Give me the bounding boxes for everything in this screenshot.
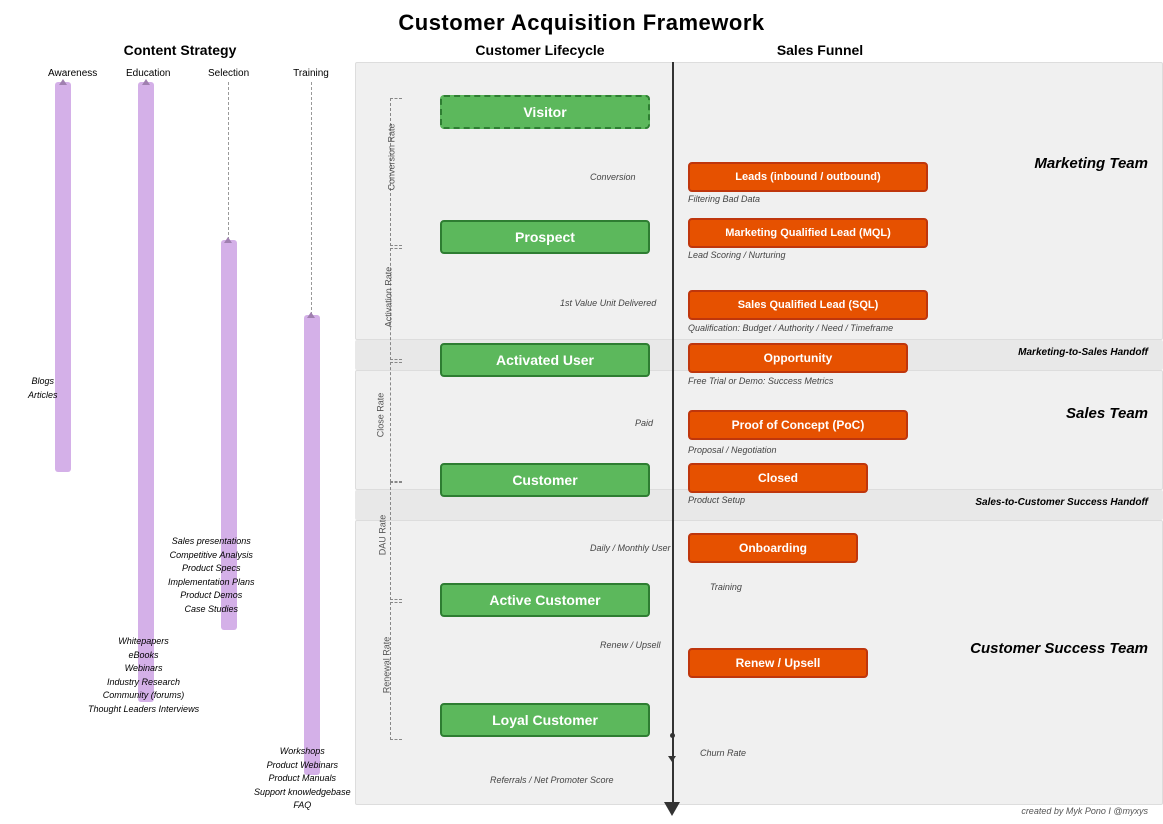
sf-opportunity: Opportunity [688,343,908,373]
activation-rate-label: Activation Rate [383,267,393,328]
training-arrow [307,312,315,318]
lifecycle-prospect: Prospect [440,220,650,254]
renewal-rate-bracket [390,602,402,740]
lifecycle-visitor: Visitor [440,95,650,129]
renewal-rate-label: Renewal Rate [381,637,391,694]
training-arrow-line [311,82,312,315]
footer: created by Myk Pono I @myxys [1021,806,1148,816]
sf-closed: Closed [688,463,868,493]
lifecycle-active-customer: Active Customer [440,583,650,617]
sf-sql: Sales Qualified Lead (SQL) [688,290,928,320]
churn-arrow-head [668,756,676,762]
dau-rate-bracket [390,482,402,600]
lifecycle-activated-user: Activated User [440,343,650,377]
team-sales-label: Sales Team [1066,405,1148,422]
team-marketing-label: Marketing Team [1034,155,1148,172]
page-title: Customer Acquisition Framework [10,10,1153,36]
label-product-setup: Product Setup [688,495,745,505]
label-daily-monthly: Daily / Monthly User [590,543,671,553]
cs-awareness-items: BlogsArticles [28,375,58,402]
team-customer-label: Customer Success Team [970,640,1148,657]
cs-education-items: WhitepaperseBooksWebinarsIndustry Resear… [88,635,199,716]
cs-training-items: WorkshopsProduct WebinarsProduct Manuals… [254,745,351,813]
dau-rate-label: DAU Rate [377,515,387,556]
sf-poc: Proof of Concept (PoC) [688,410,908,440]
label-training: Training [710,582,742,592]
close-rate-label: Close Rate [375,393,385,438]
close-rate-bracket [390,362,402,482]
lifecycle-customer: Customer [440,463,650,497]
cs-education-label: Education [126,68,166,79]
sf-renew-upsell: Renew / Upsell [688,648,868,678]
label-lead-scoring: Lead Scoring / Nurturing [688,250,786,260]
sf-mql: Marketing Qualified Lead (MQL) [688,218,928,248]
label-qualification: Qualification: Budget / Authority / Need… [688,323,893,333]
cs-selection-label: Selection [208,68,248,79]
selection-arrow-line [228,82,229,240]
label-filtering: Filtering Bad Data [688,194,760,204]
sf-onboarding: Onboarding [688,533,858,563]
awareness-arrow [59,79,67,85]
label-1st-value: 1st Value Unit Delivered [560,298,656,308]
main-container: Customer Acquisition Framework Content S… [0,0,1163,824]
label-conversion: Conversion [590,172,636,182]
label-proposal: Proposal / Negotiation [688,445,777,455]
label-renew-upsell: Renew / Upsell [600,640,661,650]
conversion-rate-label: Conversion Rate [387,123,397,190]
education-arrow [142,79,150,85]
label-churn-rate: Churn Rate [700,748,746,758]
content-strategy-header: Content Strategy [30,42,330,58]
cs-training-label: Training [291,68,331,79]
churn-arrow-line [672,738,673,758]
lifecycle-loyal-customer: Loyal Customer [440,703,650,737]
lifecycle-header: Customer Lifecycle [415,42,665,58]
cs-selection-items: Sales presentationsCompetitive AnalysisP… [168,535,255,616]
cs-training-col [304,315,320,775]
label-free-trial: Free Trial or Demo: Success Metrics [688,376,833,386]
sales-funnel-header: Sales Funnel [690,42,950,58]
label-paid: Paid [635,418,653,428]
sf-leads: Leads (inbound / outbound) [688,162,928,192]
vertical-line [672,62,674,804]
cs-education-col [138,82,154,702]
down-arrow-icon [664,802,680,816]
label-referrals: Referrals / Net Promoter Score [490,775,614,785]
cs-awareness-col [55,82,71,472]
cs-awareness-label: Awareness [48,68,78,79]
handoff2-label: Sales-to-Customer Success Handoff [975,497,1148,508]
handoff1-label: Marketing-to-Sales Handoff [1018,347,1148,358]
selection-arrow [224,237,232,243]
